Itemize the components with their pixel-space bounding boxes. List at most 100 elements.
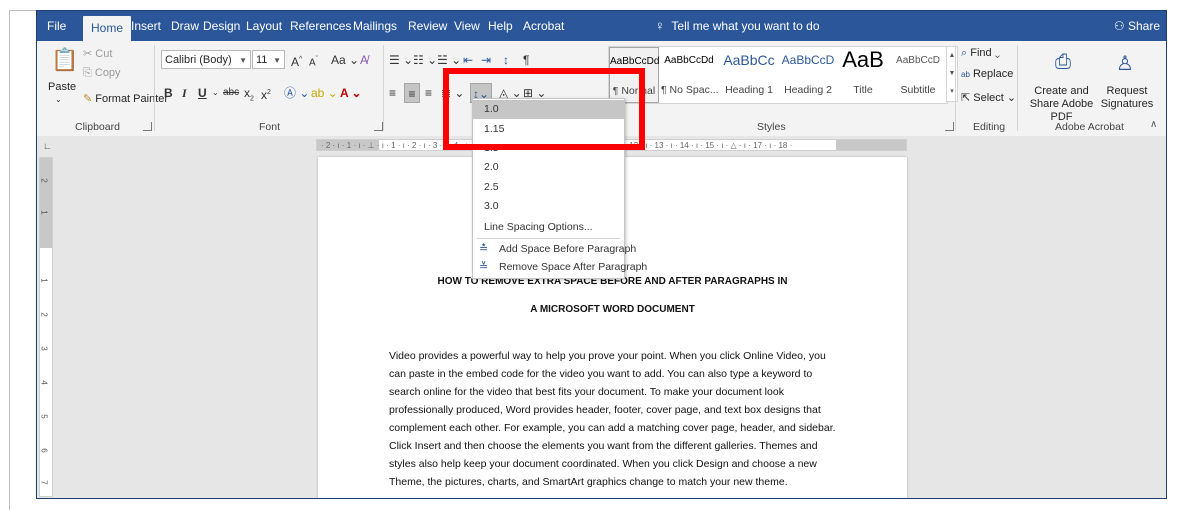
line-spacing-options[interactable]: Line Spacing Options... — [473, 218, 624, 237]
separator — [383, 45, 384, 131]
replace-icon: ab — [961, 70, 970, 79]
align-right-icon[interactable]: ≡ — [425, 83, 432, 103]
clear-formatting-icon[interactable]: A̸ — [360, 50, 368, 70]
select-button[interactable]: ⇱ Select ⌄ — [961, 91, 1016, 104]
tab-references[interactable]: References — [290, 11, 351, 41]
tab-view[interactable]: View — [454, 11, 480, 41]
tab-layout[interactable]: Layout — [246, 11, 282, 41]
styles-launcher-icon[interactable] — [945, 122, 954, 131]
styles-scroll[interactable]: ▲ ▼ ▾ — [946, 46, 958, 102]
tab-selector-icon[interactable]: ∟ — [43, 141, 52, 151]
align-center-icon[interactable]: ≡ — [404, 83, 420, 103]
tell-me-text: Tell me what you want to do — [671, 19, 820, 33]
style-no-spacing[interactable]: AaBbCcDd ¶ No Spac... — [661, 47, 719, 103]
tab-draw[interactable]: Draw — [171, 11, 199, 41]
paste-icon[interactable]: 📋 — [51, 47, 78, 73]
font-size-combo[interactable]: 11 ▼ — [252, 50, 285, 69]
ruler-margin-top — [40, 158, 52, 248]
tab-insert[interactable]: Insert — [131, 11, 161, 41]
spacing-option-3-0[interactable]: 3.0 — [473, 197, 624, 216]
shrink-font-icon[interactable]: Aˇ — [309, 50, 318, 70]
bold-icon[interactable]: B — [164, 83, 173, 103]
font-color-icon[interactable]: A ⌄ — [340, 83, 362, 103]
find-label: Find — [970, 47, 992, 59]
ruler-number: 2 — [39, 312, 49, 317]
bullets-icon[interactable]: ☰ ⌄ — [389, 50, 413, 70]
align-left-icon[interactable]: ≡ — [389, 83, 396, 103]
ruler-number: 1 — [39, 210, 49, 215]
chevron-down-icon: ▼ — [273, 56, 281, 65]
ruler-number: 3 — [39, 346, 49, 351]
cut-button[interactable]: ✂ Cut — [83, 47, 112, 60]
justify-icon[interactable]: ≣ ⌄ — [441, 83, 464, 103]
style-heading-2[interactable]: AaBbCcD Heading 2 — [779, 47, 837, 103]
highlight-icon[interactable]: ab ⌄ — [311, 83, 338, 103]
brush-icon: ✎ — [83, 93, 93, 105]
separator — [955, 45, 956, 131]
numbering-icon[interactable]: ☷ ⌄ — [413, 50, 437, 70]
text-effects-icon[interactable]: Ⓐ ⌄ — [284, 83, 309, 103]
share-button[interactable]: ⚇ Share — [1114, 11, 1160, 41]
style-name: Subtitle — [900, 84, 936, 96]
remove-space-label: Remove Space After Paragraph — [499, 261, 648, 273]
format-painter-button[interactable]: ✎ Format Painter — [83, 92, 168, 105]
copy-icon: ⎘ — [83, 67, 92, 79]
subscript-icon[interactable]: x2 — [244, 83, 254, 103]
pdf-create-icon[interactable]: ⎙ — [1055, 51, 1071, 74]
replace-button[interactable]: ab Replace — [961, 68, 1013, 80]
style-name: Title — [853, 84, 873, 96]
spacing-option-1-0[interactable]: 1.0 — [473, 100, 624, 119]
find-button[interactable]: ⌕ Find ⌄ — [961, 47, 1000, 60]
spacing-option-2-0[interactable]: 2.0 — [473, 158, 624, 177]
style-subtitle[interactable]: AaBbCcD Subtitle — [889, 47, 947, 103]
line-spacing-menu: 1.0 1.15 1.5 2.0 2.5 3.0 Line Spacing Op… — [472, 98, 647, 279]
superscript-icon[interactable]: x2 — [261, 83, 271, 103]
style-sample: AaBbCcD — [896, 55, 940, 66]
decrease-indent-icon[interactable]: ⇤ — [463, 50, 473, 70]
copy-button[interactable]: ⎘ Copy — [83, 67, 121, 80]
separator — [154, 45, 155, 131]
paste-chevron-icon[interactable]: ⌄ — [55, 95, 62, 104]
tab-file[interactable]: File — [47, 11, 66, 41]
tab-acrobat[interactable]: Acrobat — [523, 11, 564, 41]
spacing-option-1-15[interactable]: 1.15 — [473, 120, 624, 139]
spacing-option-2-5[interactable]: 2.5 — [473, 178, 624, 197]
sort-icon[interactable]: ↕ — [503, 50, 509, 70]
remove-space-icon: ≚ — [479, 261, 489, 273]
style-heading-1[interactable]: AaBbCc Heading 1 — [719, 47, 779, 103]
font-name-combo[interactable]: Calibri (Body) ▼ — [161, 50, 251, 69]
cursor-icon: ⇱ — [961, 92, 971, 104]
strikethrough-icon[interactable]: abc — [223, 83, 239, 103]
signature-icon[interactable]: ♙ — [1116, 51, 1134, 76]
font-launcher-icon[interactable] — [374, 122, 383, 131]
tell-me-box[interactable]: ♀ Tell me what you want to do — [655, 11, 820, 41]
collapse-ribbon-icon[interactable]: ∧ — [1150, 119, 1157, 130]
create-share-pdf-button[interactable]: Create and Share Adobe PDF — [1024, 85, 1099, 124]
chevron-down-icon: ▼ — [239, 56, 247, 65]
change-case-icon[interactable]: Aa ⌄ — [331, 50, 359, 70]
multilevel-list-icon[interactable]: ☱ ⌄ — [437, 50, 461, 70]
spacing-option-1-5[interactable]: 1.5 — [473, 139, 624, 158]
tab-design[interactable]: Design — [203, 11, 240, 41]
vertical-ruler[interactable]: 2 1 1 2 3 4 5 6 7 — [39, 157, 53, 497]
italic-icon[interactable]: I — [182, 83, 187, 103]
tab-review[interactable]: Review — [408, 11, 447, 41]
tab-help[interactable]: Help — [488, 11, 513, 41]
show-formatting-icon[interactable]: ¶ — [523, 50, 529, 70]
style-name: Heading 2 — [784, 84, 832, 96]
style-title[interactable]: AaB Title — [837, 47, 889, 103]
paste-button[interactable]: Paste — [48, 81, 76, 93]
increase-indent-icon[interactable]: ⇥ — [481, 50, 491, 70]
style-normal[interactable]: AaBbCcDd ¶ Normal — [609, 47, 659, 103]
add-space-before[interactable]: ≛ Add Space Before Paragraph — [473, 240, 636, 259]
grow-font-icon[interactable]: A^ — [291, 50, 302, 70]
styles-gallery: AaBbCcDd ¶ Normal AaBbCcDd ¶ No Spac... Aa… — [608, 46, 948, 104]
clipboard-launcher-icon[interactable] — [143, 122, 152, 131]
remove-space-after[interactable]: ≚ Remove Space After Paragraph — [473, 258, 647, 277]
tab-mailings[interactable]: Mailings — [353, 11, 397, 41]
tab-home[interactable]: Home — [83, 16, 132, 41]
underline-icon[interactable]: U — [198, 83, 207, 103]
chevron-down-icon[interactable]: ⌄ — [212, 83, 219, 103]
font-group-label: Font — [259, 121, 281, 133]
request-signatures-button[interactable]: Request Signatures — [1095, 85, 1159, 111]
